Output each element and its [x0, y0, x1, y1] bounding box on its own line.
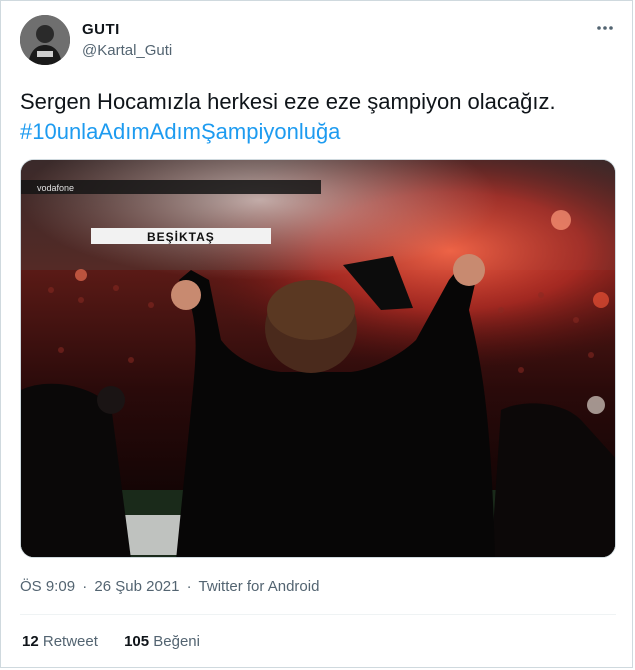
more-dots-icon [597, 26, 613, 30]
meta-separator: · [186, 578, 192, 595]
divider [20, 614, 616, 615]
likes-label: Beğeni [153, 633, 200, 650]
retweets-stat[interactable]: 12 Retweet [22, 633, 98, 650]
user-handle[interactable]: @Kartal_Guti [82, 42, 172, 59]
tweet-media-photo[interactable]: vodafone BEŞİKTAŞ [20, 159, 616, 558]
meta-separator: · [82, 578, 88, 595]
tweet-stats: 12 Retweet 105 Beğeni [22, 633, 222, 650]
tweet-time[interactable]: ÖS 9:09 [20, 578, 75, 595]
tweet-meta: ÖS 9:09 · 26 Şub 2021 · Twitter for Andr… [20, 578, 319, 595]
tweet-body: Sergen Hocamızla herkesi eze eze şampiyo… [20, 89, 556, 114]
likes-count: 105 [124, 633, 150, 650]
tweet-date[interactable]: 26 Şub 2021 [94, 578, 179, 595]
banner-text: BEŞİKTAŞ [147, 229, 215, 244]
display-name[interactable]: GUTI [82, 21, 120, 38]
tweet-source[interactable]: Twitter for Android [199, 578, 320, 595]
tweet-card: GUTI @Kartal_Guti Sergen Hocamızla herke… [0, 0, 633, 668]
avatar[interactable] [20, 15, 70, 65]
retweets-label: Retweet [42, 633, 98, 650]
avatar-image [20, 15, 70, 65]
likes-stat[interactable]: 105 Beğeni [124, 633, 200, 650]
more-options-button[interactable] [594, 19, 616, 37]
tweet-text: Sergen Hocamızla herkesi eze eze şampiyo… [20, 87, 616, 147]
retweets-count: 12 [22, 633, 39, 650]
hashtag-link[interactable]: #10unlaAdımAdımŞampiyonluğa [20, 117, 616, 147]
tweet-header: GUTI @Kartal_Guti [20, 15, 616, 67]
sponsor-text: vodafone [37, 183, 74, 193]
stadium-celebration-photo: vodafone BEŞİKTAŞ [21, 160, 615, 557]
